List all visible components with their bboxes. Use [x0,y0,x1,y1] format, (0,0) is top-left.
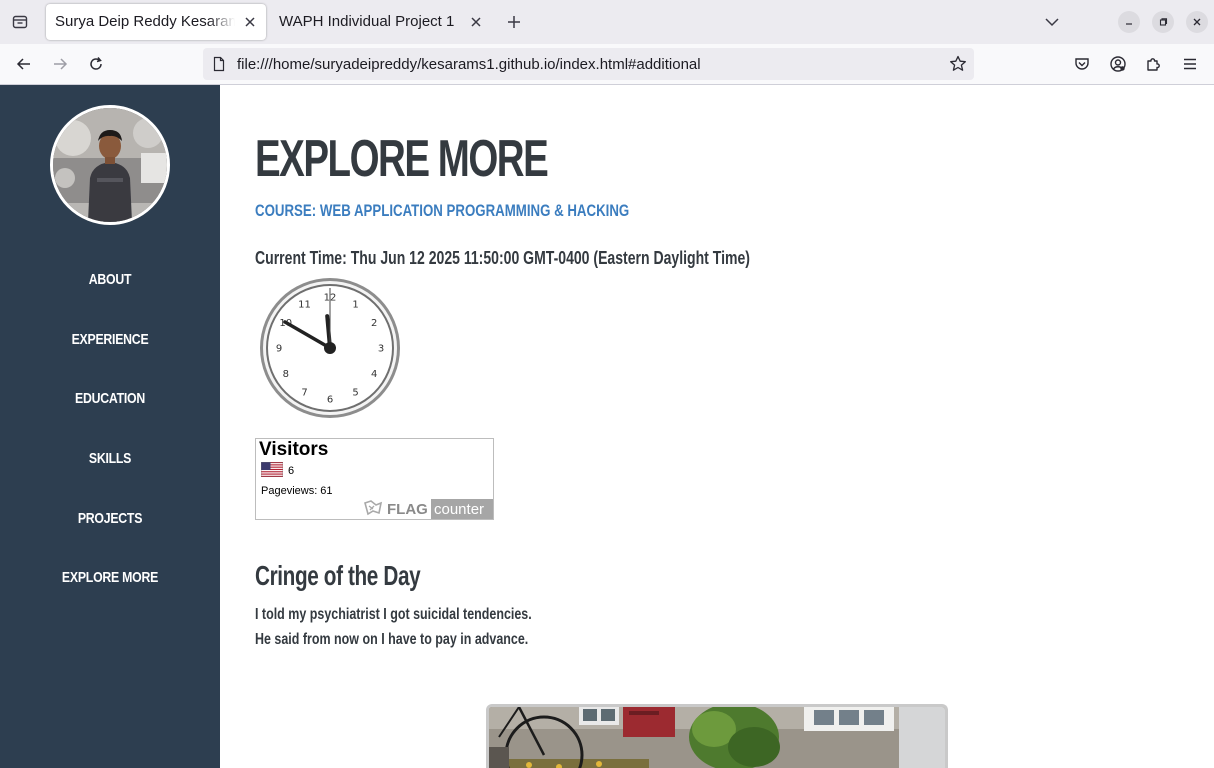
back-arrow-icon[interactable] [10,52,38,76]
clock-numeral: 9 [276,344,282,355]
street-photo [486,704,948,768]
minimize-window-icon[interactable] [1118,11,1140,33]
tab-active[interactable]: Surya Deip Reddy Kesaram - I [46,4,266,40]
clock-numeral: 7 [301,388,307,399]
address-bar[interactable]: file:///home/suryadeipreddy/kesarams1.gi… [203,48,974,80]
tab-title: Surya Deip Reddy Kesaram - I [55,13,235,30]
browser-navigation-bar: file:///home/suryadeipreddy/kesarams1.gi… [0,44,1214,85]
flag-counter-logo: FLAG counter [364,499,493,519]
sidebar-item-skills[interactable]: SKILLS [20,450,200,467]
sidebar-item-projects[interactable]: PROJECTS [20,510,200,527]
tab-close-icon[interactable] [466,12,486,32]
tab-inactive[interactable]: WAPH Individual Project 1 [270,4,492,40]
clock-numeral: 6 [327,395,333,406]
visitor-count: 6 [288,465,295,477]
cringe-title: Cringe of the Day [255,560,421,591]
reload-icon[interactable] [82,52,110,76]
page-title: EXPLORE MORE [255,130,549,188]
pocket-icon[interactable] [1071,53,1093,75]
close-window-icon[interactable] [1186,11,1208,33]
logo-flag-text: FLAG [387,501,428,518]
tab-close-icon[interactable] [240,12,260,32]
clock-numeral: 1 [352,299,358,310]
clock-numeral: 5 [352,388,358,399]
sidebar: ABOUT EXPERIENCE EDUCATION SKILLS PROJEC… [0,85,220,768]
cringe-joke-line-1: I told my psychiatrist I got suicidal te… [255,606,532,623]
clock-numeral: 11 [298,299,311,310]
sidebar-item-about[interactable]: ABOUT [20,271,200,288]
us-flag-icon [261,462,283,477]
clock-numeral: 3 [378,344,384,355]
pageviews-count: Pageviews: 61 [261,485,333,497]
extensions-puzzle-icon[interactable] [1143,53,1165,75]
hamburger-menu-icon[interactable] [1179,53,1201,75]
clock-center-pin [324,342,336,354]
restore-window-icon[interactable] [1152,11,1174,33]
analog-clock: 121234567891011 [260,278,400,418]
flag-counter-widget[interactable]: Visitors 6 Pageviews: 61 FLAG counter [255,438,494,520]
bookmark-star-icon[interactable] [948,54,968,74]
clock-numeral: 2 [371,318,377,329]
account-icon[interactable] [1107,53,1129,75]
course-subtitle: COURSE: WEB APPLICATION PROGRAMMING & HA… [255,201,630,220]
cringe-joke-line-2: He said from now on I have to pay in adv… [255,631,529,648]
clock-numeral: 4 [371,369,377,380]
sidebar-item-experience[interactable]: EXPERIENCE [20,331,200,348]
main-content: EXPLORE MORE COURSE: WEB APPLICATION PRO… [220,85,1214,768]
url-text[interactable]: file:///home/suryadeipreddy/kesarams1.gi… [237,56,701,73]
visitors-title: Visitors [259,439,329,460]
browser-tab-bar: Surya Deip Reddy Kesaram - I WAPH Indivi… [0,0,1214,44]
new-tab-plus-icon[interactable] [502,10,526,34]
sidebar-item-explore-more[interactable]: EXPLORE MORE [20,569,200,586]
profile-avatar [50,105,170,225]
current-time: Current Time: Thu Jun 12 2025 11:50:00 G… [255,248,750,268]
firefox-view-icon[interactable] [8,10,32,34]
sidebar-item-education[interactable]: EDUCATION [20,390,200,407]
page-document-icon [211,56,227,72]
logo-counter-text: counter [434,501,484,518]
forward-arrow-icon[interactable] [46,52,74,76]
tab-title: WAPH Individual Project 1 [279,13,455,30]
clock-numeral: 8 [283,369,289,380]
list-all-tabs-chevron-icon[interactable] [1040,10,1064,34]
